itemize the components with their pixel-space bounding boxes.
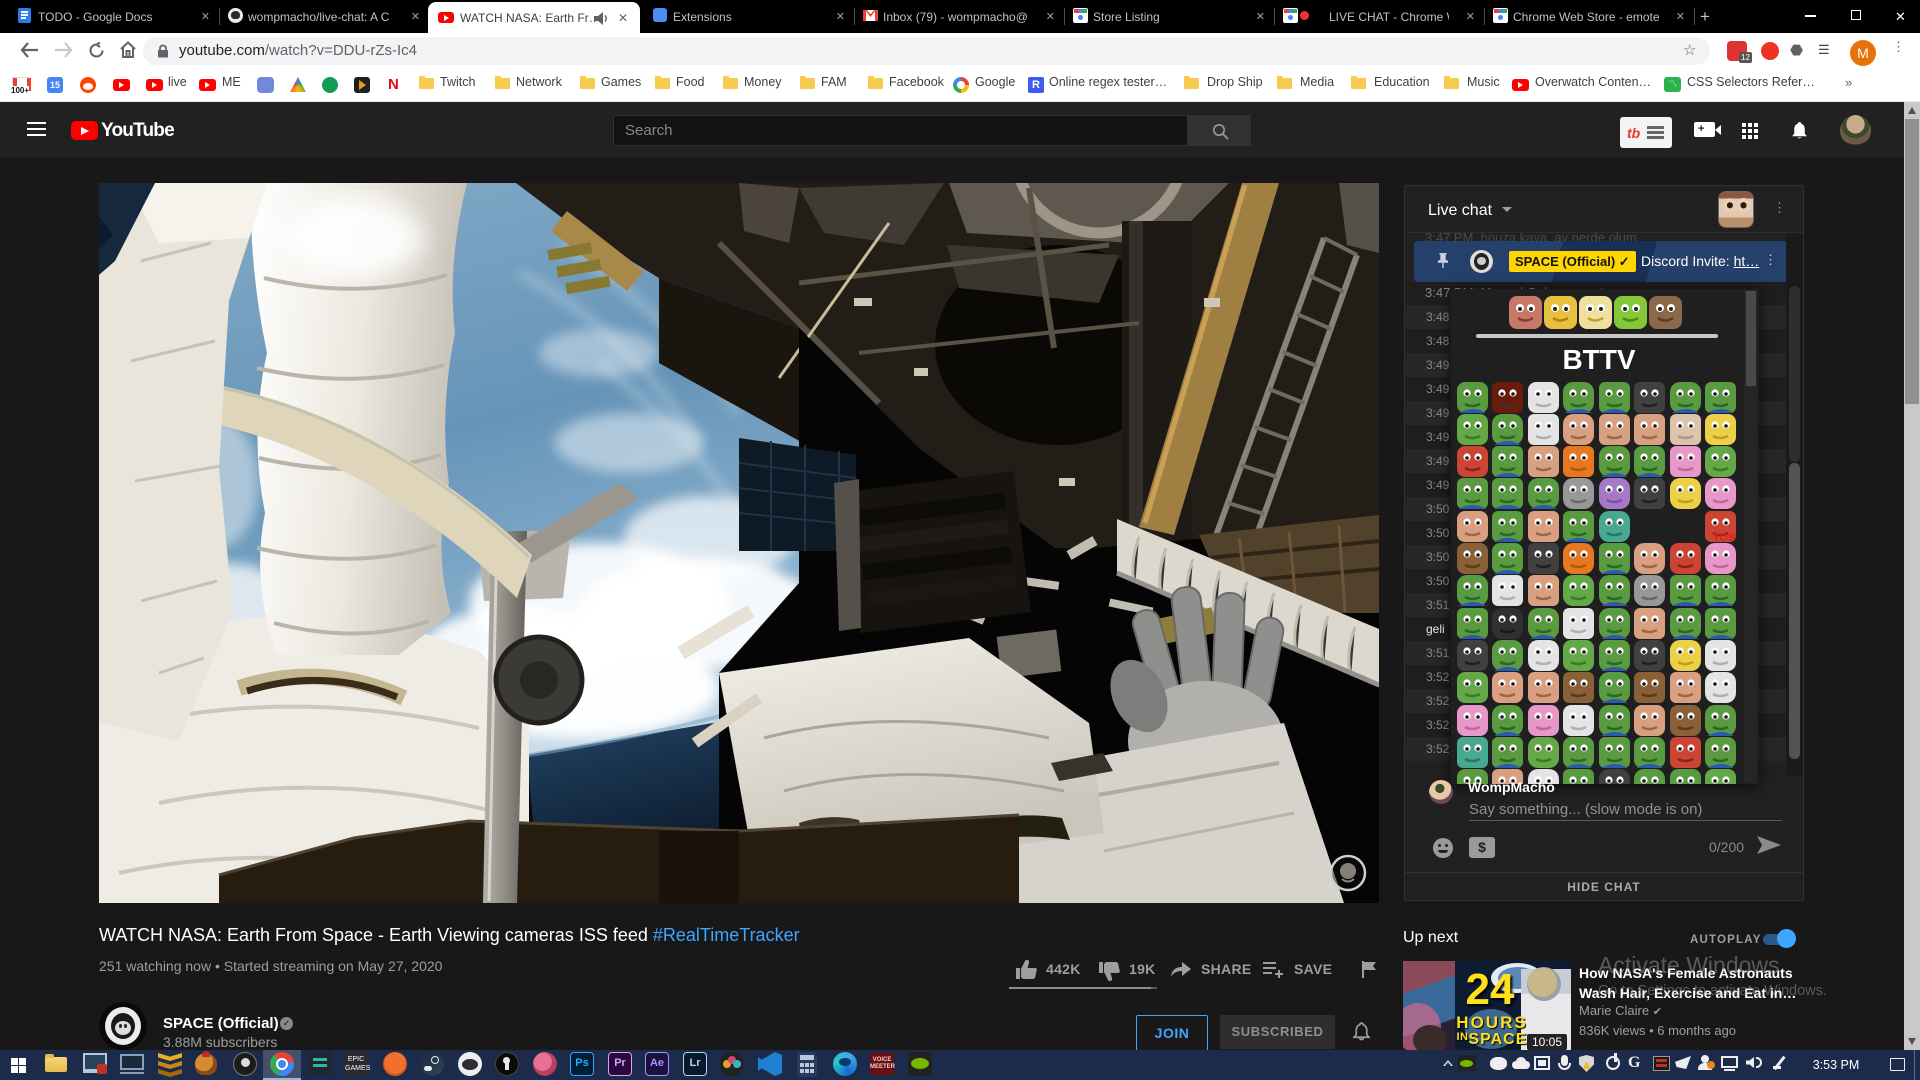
svg-text:TOS: TOS <box>1713 532 1735 544</box>
svg-text:BTTV: BTTV <box>1562 344 1635 375</box>
